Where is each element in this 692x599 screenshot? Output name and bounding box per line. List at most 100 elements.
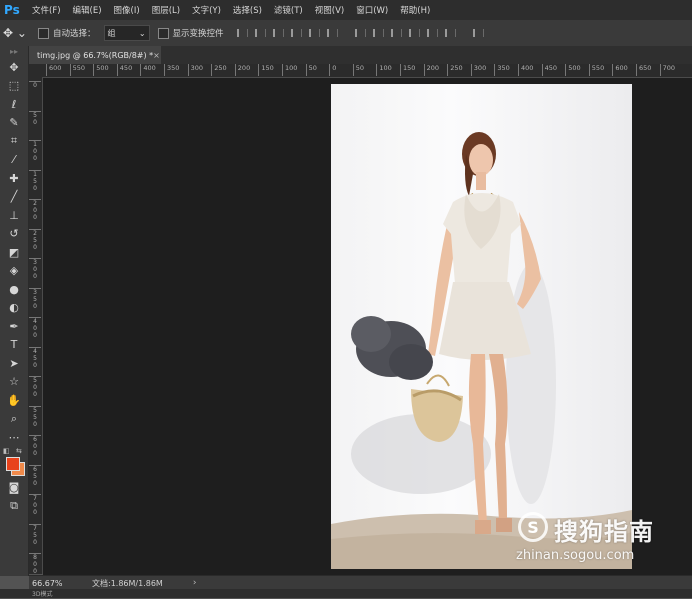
blur-tool-icon[interactable]: ● (0, 280, 28, 299)
ruler-v-tick: 550 (29, 405, 41, 428)
auto-align-icon[interactable] (472, 27, 486, 39)
align-bottom-icon[interactable] (272, 27, 286, 39)
ruler-v-tick: 350 (29, 287, 41, 310)
distribute-vcenter-icon[interactable] (372, 27, 386, 39)
document-canvas[interactable] (331, 84, 632, 569)
ruler-v-tick: 800 (29, 553, 41, 574)
menu-file[interactable]: 文件(F) (26, 4, 67, 16)
align-buttons (234, 27, 342, 39)
clone-stamp-tool-icon[interactable]: ⊥ (0, 206, 28, 225)
dodge-tool-icon[interactable]: ◐ (0, 299, 28, 318)
tools-panel: ▸▸ ✥ ⬚ ℓ ✎ ⌗ ⁄ ✚ ╱ ⊥ ↺ ◩ ◈ ● ◐ ✒ T ➤ ☆ ✋… (0, 46, 29, 576)
close-icon[interactable]: × (153, 51, 160, 60)
document-tab[interactable]: timg.jpg @ 66.7%(RGB/8#) * × (29, 46, 161, 64)
ruler-h-tick: 500 (565, 64, 581, 76)
ruler-h-tick: 100 (376, 64, 392, 76)
zoom-tool-icon[interactable]: ⌕ (0, 410, 28, 429)
screen-mode-icon[interactable]: ⧉ (0, 497, 28, 516)
ruler-h-tick: 300 (187, 64, 203, 76)
move-tool-icon[interactable]: ✥ (0, 58, 28, 77)
document-tab-bar: timg.jpg @ 66.7%(RGB/8#) * × (29, 46, 692, 64)
ruler-h-tick: 300 (470, 64, 486, 76)
shape-tool-icon[interactable]: ☆ (0, 373, 28, 392)
vertical-ruler[interactable]: 0 50 100 150 200 250 300 350 400 450 500 550 600 650 7… (29, 77, 43, 574)
ruler-h-tick: 0 (329, 64, 336, 76)
bottom-panel-label[interactable]: 3D模式 (0, 591, 52, 598)
more-tools-icon[interactable]: ⋯ (0, 428, 28, 447)
zoom-level[interactable]: 66.67% (29, 579, 88, 588)
pen-tool-icon[interactable]: ✒ (0, 317, 28, 336)
align-left-icon[interactable] (290, 27, 304, 39)
menu-layer[interactable]: 图层(L) (146, 4, 186, 16)
auto-select-checkbox[interactable] (38, 27, 49, 39)
distribute-left-icon[interactable] (408, 27, 422, 39)
history-brush-tool-icon[interactable]: ↺ (0, 225, 28, 244)
type-tool-icon[interactable]: T (0, 336, 28, 355)
ruler-v-tick: 450 (29, 346, 41, 369)
swap-colors-icon[interactable]: ⇆ (16, 447, 22, 455)
eraser-tool-icon[interactable]: ◩ (0, 243, 28, 262)
ruler-v-tick: 100 (29, 140, 41, 162)
ruler-v-tick: 50 (29, 110, 41, 126)
show-transform-label: 显示变换控件 (172, 29, 224, 39)
ruler-h-tick: 200 (423, 64, 439, 76)
show-transform-checkbox[interactable] (157, 27, 169, 39)
paint-bucket-tool-icon[interactable]: ◈ (0, 262, 28, 281)
align-hcenter-icon[interactable] (308, 27, 322, 39)
menu-edit[interactable]: 编辑(E) (67, 4, 108, 16)
menu-window[interactable]: 窗口(W) (350, 4, 394, 16)
auto-select-dropdown[interactable]: 组 ⌄ (103, 25, 150, 41)
status-menu-arrow-icon[interactable]: › (193, 578, 197, 588)
menu-select[interactable]: 选择(S) (227, 4, 268, 16)
watermark-brand: 搜狗指南 (554, 518, 654, 546)
ruler-v-tick: 250 (29, 228, 41, 251)
menu-image[interactable]: 图像(I) (108, 4, 146, 16)
menu-type[interactable]: 文字(Y) (186, 4, 227, 16)
menu-view[interactable]: 视图(V) (309, 4, 350, 16)
align-top-icon[interactable] (236, 27, 250, 39)
distribute-bottom-icon[interactable] (390, 27, 404, 39)
photo-image (331, 132, 632, 569)
ruler-h-tick: 350 (164, 64, 179, 76)
ruler-h-tick: 500 (93, 64, 109, 76)
ruler-h-tick: 250 (447, 64, 463, 76)
lasso-tool-icon[interactable]: ℓ (0, 95, 28, 114)
crop-tool-icon[interactable]: ⌗ (0, 132, 28, 151)
distribute-right-icon[interactable] (444, 27, 458, 39)
move-tool-icon[interactable]: ✥ ⌄ (0, 26, 30, 40)
ruler-v-tick: 700 (29, 494, 41, 516)
ruler-origin[interactable] (29, 64, 42, 77)
ruler-v-tick: 0 (29, 81, 41, 89)
ruler-v-tick: 750 (29, 523, 41, 546)
horizontal-ruler[interactable]: 600 550 500 450 400 350 300 250 200 150 100 50 0 50 10… (42, 64, 692, 78)
ruler-h-tick: 600 (46, 64, 61, 76)
quick-mask-icon[interactable]: ◙ (0, 479, 28, 498)
menu-help[interactable]: 帮助(H) (394, 4, 436, 16)
ruler-h-tick: 250 (211, 64, 227, 76)
eyedropper-tool-icon[interactable]: ⁄ (0, 151, 28, 170)
quick-select-tool-icon[interactable]: ✎ (0, 114, 28, 133)
healing-brush-tool-icon[interactable]: ✚ (0, 169, 28, 188)
align-right-icon[interactable] (326, 27, 340, 39)
distribute-buttons (352, 27, 460, 39)
menu-filter[interactable]: 滤镜(T) (268, 4, 309, 16)
marquee-tool-icon[interactable]: ⬚ (0, 77, 28, 96)
hand-tool-icon[interactable]: ✋ (0, 391, 28, 410)
ruler-h-tick: 550 (588, 64, 604, 76)
bottom-panel-bar: 3D模式 (0, 589, 692, 598)
panel-grip-icon[interactable]: ▸▸ (0, 46, 28, 58)
brush-tool-icon[interactable]: ╱ (0, 188, 28, 207)
path-select-tool-icon[interactable]: ➤ (0, 354, 28, 373)
align-vcenter-icon[interactable] (254, 27, 268, 39)
foreground-color-swatch[interactable] (6, 456, 20, 471)
ruler-h-tick: 550 (69, 64, 85, 76)
ruler-h-tick: 150 (258, 64, 274, 76)
ruler-v-tick: 400 (29, 317, 41, 339)
sogou-logo-icon: S (518, 512, 548, 542)
sogou-watermark: S 搜狗指南 zhinan.sogou.com (510, 508, 690, 568)
ruler-h-tick: 450 (116, 64, 132, 76)
default-colors-icon[interactable]: ◧ (3, 447, 10, 455)
ruler-v-tick: 150 (29, 169, 41, 192)
distribute-top-icon[interactable] (354, 27, 368, 39)
distribute-hcenter-icon[interactable] (426, 27, 440, 39)
